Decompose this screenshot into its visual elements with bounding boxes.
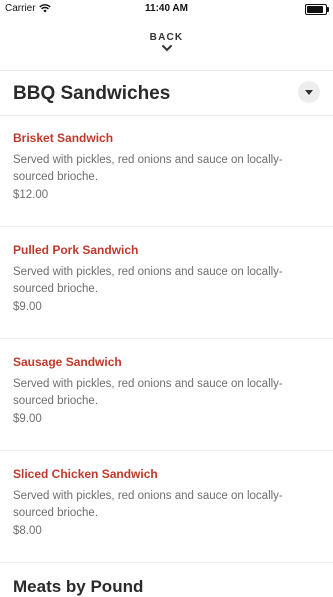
status-bar: Carrier 11:40 AM <box>0 0 333 18</box>
section-title: BBQ Sandwiches <box>13 83 171 104</box>
menu-item-description: Served with pickles, red onions and sauc… <box>13 490 283 519</box>
menu-item-name: Sausage Sandwich <box>13 355 122 369</box>
status-time: 11:40 AM <box>145 3 188 14</box>
section-header: BBQ Sandwiches <box>0 71 333 116</box>
menu-item-price: $8.00 <box>13 525 42 537</box>
chevron-down-icon <box>161 45 172 52</box>
menu-item[interactable]: Brisket Sandwich Served with pickles, re… <box>0 115 333 227</box>
caret-down-icon <box>305 89 313 95</box>
menu-item-name: Pulled Pork Sandwich <box>13 243 139 257</box>
section-toggle-button[interactable] <box>298 81 320 103</box>
menu-item-description: Served with pickles, red onions and sauc… <box>13 266 283 295</box>
menu-item-description: Served with pickles, red onions and sauc… <box>13 154 283 183</box>
back-button[interactable]: BACK <box>0 18 333 71</box>
menu-item[interactable]: Pulled Pork Sandwich Served with pickles… <box>0 227 333 339</box>
menu-item-name: Brisket Sandwich <box>13 131 114 145</box>
menu-item-list: Brisket Sandwich Served with pickles, re… <box>0 115 333 563</box>
menu-item[interactable]: Sliced Chicken Sandwich Served with pick… <box>0 451 333 563</box>
back-label: BACK <box>149 32 184 43</box>
menu-item-price: $12.00 <box>13 189 49 201</box>
menu-item-price: $9.00 <box>13 301 42 313</box>
next-section-title: Meats by Pound <box>13 577 144 596</box>
menu-item-price: $9.00 <box>13 413 42 425</box>
battery-icon <box>305 4 329 15</box>
battery-fill <box>307 6 323 13</box>
menu-item-description: Served with pickles, red onions and sauc… <box>13 378 283 407</box>
menu-item-name: Sliced Chicken Sandwich <box>13 467 158 481</box>
menu-item[interactable]: Sausage Sandwich Served with pickles, re… <box>0 339 333 451</box>
